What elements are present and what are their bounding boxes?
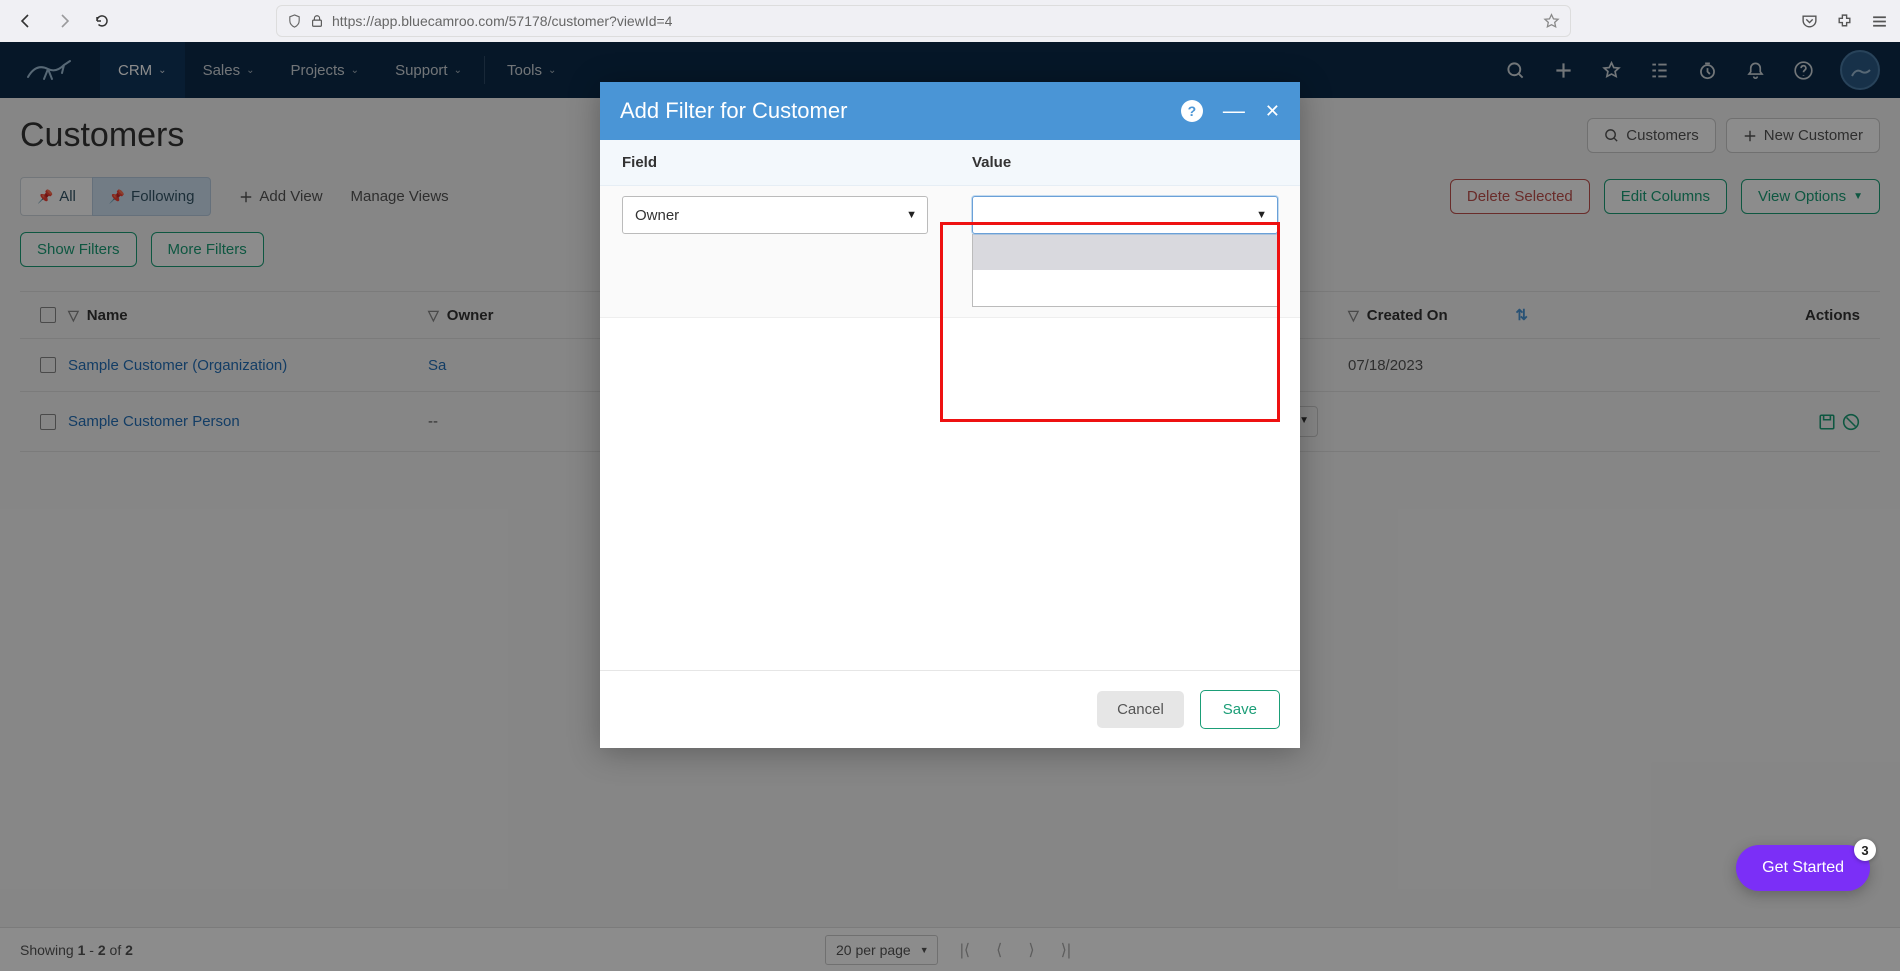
- lock-icon: [310, 14, 324, 28]
- extensions-icon[interactable]: [1836, 13, 1853, 30]
- field-column-label: Field: [600, 140, 950, 185]
- url-text: https://app.bluecamroo.com/57178/custome…: [332, 13, 672, 29]
- field-select[interactable]: Owner: [622, 196, 928, 234]
- modal-column-headers: Field Value: [600, 140, 1300, 186]
- shield-icon: [287, 14, 302, 29]
- get-started-button[interactable]: Get Started 3: [1736, 845, 1870, 891]
- value-column-label: Value: [950, 140, 1300, 185]
- save-button[interactable]: Save: [1200, 690, 1280, 729]
- cancel-button[interactable]: Cancel: [1097, 691, 1184, 728]
- modal-header: Add Filter for Customer ? — ✕: [600, 82, 1300, 140]
- dropdown-option[interactable]: [973, 270, 1277, 306]
- pocket-icon[interactable]: [1801, 13, 1818, 30]
- dropdown-option[interactable]: [973, 234, 1277, 270]
- close-icon[interactable]: ✕: [1265, 101, 1280, 122]
- add-filter-modal: Add Filter for Customer ? — ✕ Field Valu…: [600, 82, 1300, 748]
- url-bar[interactable]: https://app.bluecamroo.com/57178/custome…: [276, 5, 1571, 37]
- get-started-badge: 3: [1854, 839, 1876, 861]
- help-icon[interactable]: ?: [1181, 100, 1203, 122]
- minimize-icon[interactable]: —: [1223, 98, 1245, 124]
- value-dropdown-list: [972, 234, 1278, 307]
- browser-chrome: https://app.bluecamroo.com/57178/custome…: [0, 0, 1900, 42]
- value-select[interactable]: [972, 196, 1278, 234]
- forward-icon[interactable]: [50, 7, 78, 35]
- modal-title: Add Filter for Customer: [620, 98, 847, 124]
- menu-icon[interactable]: [1871, 13, 1888, 30]
- bookmark-star-icon[interactable]: [1543, 13, 1560, 30]
- back-icon[interactable]: [12, 7, 40, 35]
- reload-icon[interactable]: [88, 7, 116, 35]
